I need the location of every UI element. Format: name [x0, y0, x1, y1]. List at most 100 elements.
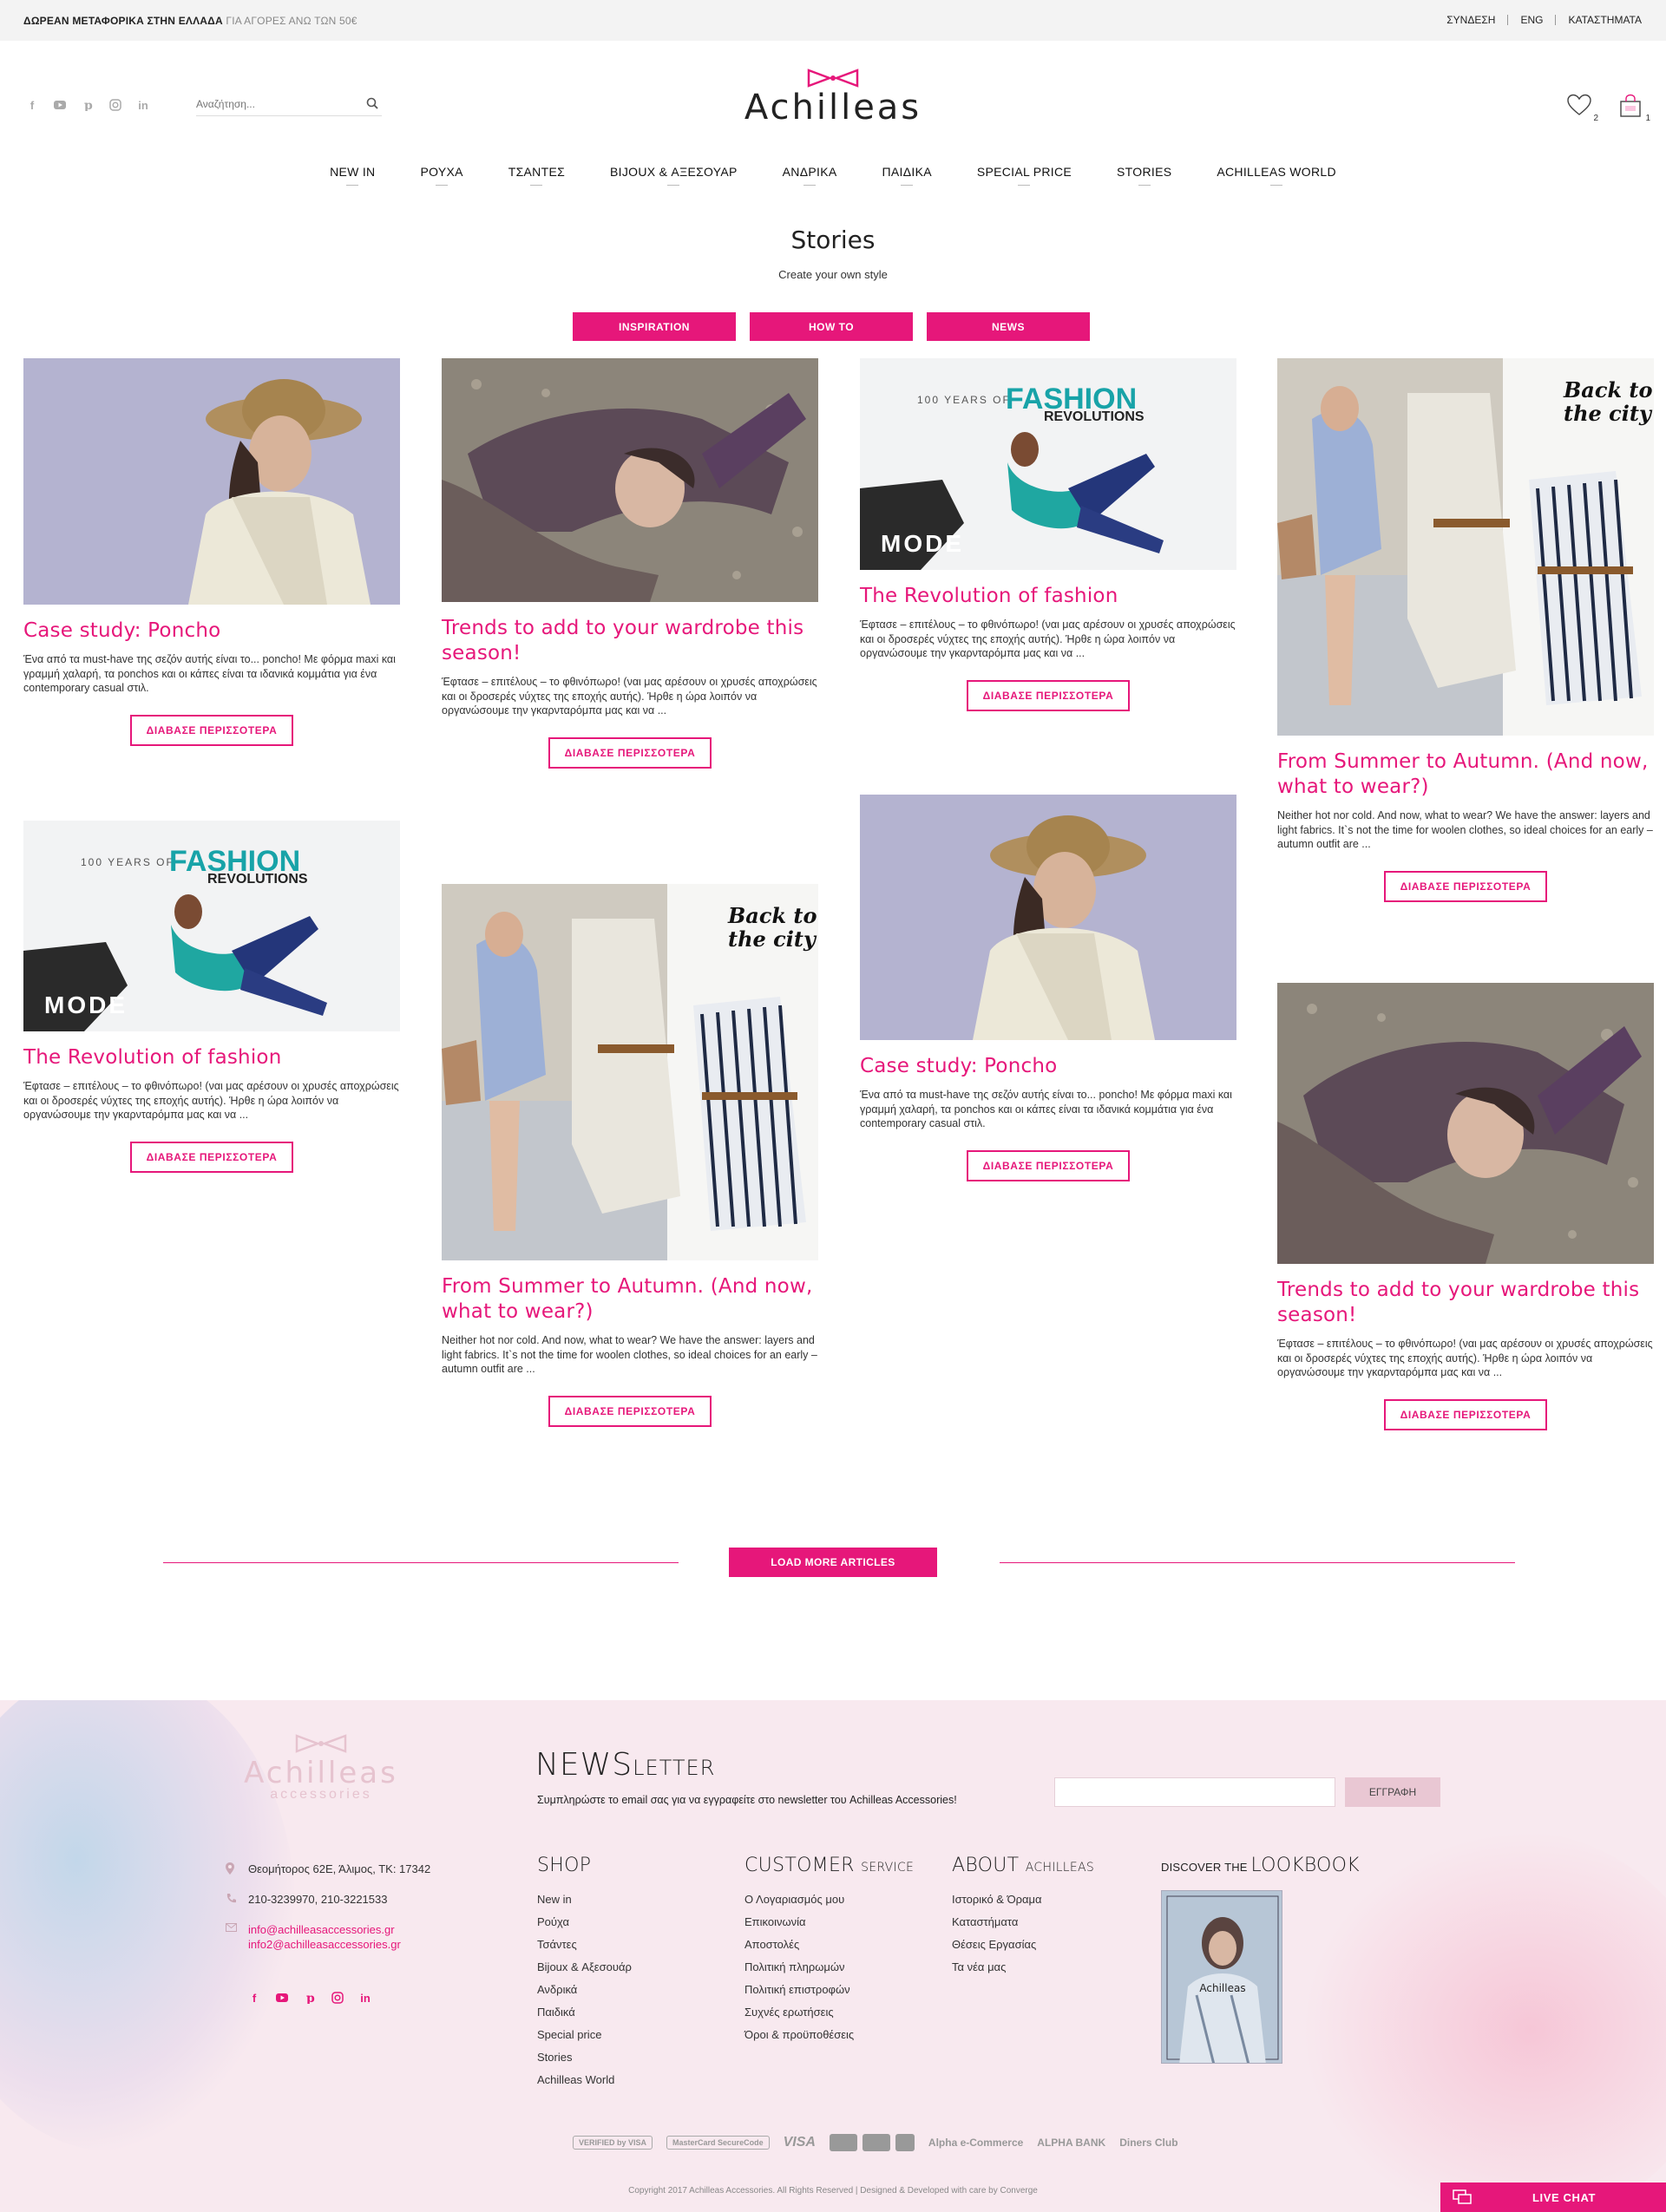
nav-bijoux[interactable]: BIJOUX & ΑΞΕΣΟΥΑΡ — [610, 165, 738, 186]
footer-link[interactable]: Special price — [537, 2024, 632, 2046]
article-title[interactable]: The Revolution of fashion — [860, 584, 1236, 609]
image-caption: the city — [1564, 401, 1653, 426]
article-title[interactable]: Case study: Poncho — [23, 618, 400, 644]
cart-button[interactable]: 1 — [1619, 94, 1650, 123]
nav-bags[interactable]: ΤΣΑΝΤΕΣ — [508, 165, 565, 186]
article-image-summer-autumn[interactable]: Back to the city — [442, 884, 818, 1260]
copyright: Copyright 2017 Achilleas Accessories. Al… — [628, 2186, 1038, 2196]
article-image-trends[interactable] — [442, 358, 818, 602]
article-image-trends[interactable] — [1277, 983, 1654, 1264]
divider-right — [1000, 1562, 1515, 1563]
article-excerpt: Έφτασε – επιτέλους – το φθινόπωρο! (ναι … — [860, 618, 1236, 659]
divider-left — [163, 1562, 679, 1563]
pinterest-icon[interactable]: p — [80, 97, 95, 113]
email-link[interactable]: info@achilleasaccessories.gr — [248, 1922, 430, 1937]
footer-link[interactable]: Ανδρικά — [537, 1979, 632, 2001]
footer-logo[interactable]: Achilleas accessories — [234, 1733, 408, 1802]
nav-kids[interactable]: ΠΑΙΔΙΚΑ — [882, 165, 932, 186]
mastercard-securecode-logo: MasterCard SecureCode — [666, 2136, 770, 2150]
footer-link[interactable]: Συχνές ερωτήσεις — [744, 2001, 914, 2024]
linkedin-icon[interactable]: in — [135, 97, 151, 113]
wishlist-button[interactable]: 2 — [1567, 94, 1598, 123]
footer-link[interactable]: New in — [537, 1888, 632, 1911]
login-link[interactable]: ΣΥΝΔΕΣΗ — [1434, 15, 1507, 25]
footer-link[interactable]: Καταστήματα — [952, 1911, 1094, 1934]
stores-link[interactable]: ΚΑΤΑΣΤΗΜΑΤΑ — [1555, 15, 1654, 25]
facebook-icon[interactable]: f — [246, 1990, 262, 2006]
filter-inspiration[interactable]: INSPIRATION — [573, 312, 736, 341]
read-more-button[interactable]: ΔΙΑΒΑΣΕ ΠΕΡΙΣΣΟΤΕΡΑ — [967, 1149, 1130, 1181]
language-link[interactable]: ENG — [1507, 15, 1555, 25]
read-more-button[interactable]: ΔΙΑΒΑΣΕ ΠΕΡΙΣΣΟΤΕΡΑ — [548, 736, 712, 769]
article-image-summer-autumn[interactable]: Back to the city — [1277, 358, 1654, 736]
lookbook-cover[interactable]: Achilleas — [1161, 1890, 1282, 2064]
article-image-fashion-revolution[interactable]: 100 YEARS OF FASHION REVOLUTIONS MODE — [860, 358, 1236, 570]
article-title[interactable]: The Revolution of fashion — [23, 1045, 400, 1070]
footer-about-list: Ιστορικό & Όραμα Καταστήματα Θέσεις Εργα… — [952, 1888, 1094, 1979]
article-excerpt: Neither hot nor cold. And now, what to w… — [1277, 809, 1653, 850]
article-title[interactable]: Trends to add to your wardrobe this seas… — [442, 616, 818, 666]
footer-link[interactable]: Παιδικά — [537, 2001, 632, 2024]
nav-clothes[interactable]: ΡΟΥΧΑ — [420, 165, 462, 186]
footer-link[interactable]: Τσάντες — [537, 1934, 632, 1956]
instagram-icon[interactable] — [108, 97, 123, 113]
footer-link[interactable]: Επικοινωνία — [744, 1911, 914, 1934]
nav-achilleas-world[interactable]: ACHILLEAS WORLD — [1217, 165, 1336, 186]
article-title[interactable]: From Summer to Autumn. (And now, what to… — [1277, 749, 1654, 800]
youtube-icon[interactable] — [52, 97, 68, 113]
pinterest-icon[interactable]: p — [302, 1990, 318, 2006]
address-text: Θεομήτορος 62Ε, Άλιμος, ΤΚ: 17342 — [248, 1862, 431, 1875]
load-more-button[interactable]: LOAD MORE ARTICLES — [729, 1548, 937, 1577]
footer-link[interactable]: Ιστορικό & Όραμα — [952, 1888, 1094, 1911]
nav-stories[interactable]: STORIES — [1117, 165, 1171, 186]
heart-icon — [1567, 94, 1591, 115]
footer-link[interactable]: Όροι & προϋποθέσεις — [744, 2024, 914, 2046]
newsletter-title-small: LETTER — [633, 1756, 716, 1780]
live-chat-button[interactable]: LIVE CHAT — [1440, 2183, 1666, 2212]
nav-men[interactable]: ΑΝΔΡΙΚΑ — [783, 165, 837, 186]
newsletter-title-big: NEWS — [535, 1747, 633, 1783]
footer-link[interactable]: Θέσεις Εργασίας — [952, 1934, 1094, 1956]
article-image-poncho[interactable] — [860, 795, 1236, 1040]
linkedin-icon[interactable]: in — [357, 1990, 373, 2006]
footer-link[interactable]: Αποστολές — [744, 1934, 914, 1956]
image-caption: Back to — [1563, 377, 1653, 402]
footer-link[interactable]: Bijoux & Αξεσουάρ — [537, 1956, 632, 1979]
read-more-button[interactable]: ΔΙΑΒΑΣΕ ΠΕΡΙΣΣΟΤΕΡΑ — [130, 1141, 293, 1173]
image-caption: REVOLUTIONS — [1044, 409, 1145, 424]
search-input[interactable] — [196, 94, 352, 115]
footer-link[interactable]: Stories — [537, 2046, 632, 2069]
location-pin-icon — [226, 1862, 234, 1875]
site-logo[interactable]: Achilleas — [742, 68, 924, 134]
youtube-icon[interactable] — [274, 1990, 290, 2006]
filter-how-to[interactable]: HOW TO — [750, 312, 913, 341]
verified-by-visa-logo: VERIFIED by VISA — [573, 2136, 653, 2150]
read-more-button[interactable]: ΔΙΑΒΑΣΕ ΠΕΡΙΣΣΟΤΕΡΑ — [130, 714, 293, 746]
footer-link[interactable]: Τα νέα μας — [952, 1956, 1094, 1979]
article-title[interactable]: Trends to add to your wardrobe this seas… — [1277, 1278, 1654, 1328]
read-more-button[interactable]: ΔΙΑΒΑΣΕ ΠΕΡΙΣΣΟΤΕΡΑ — [967, 679, 1130, 711]
image-caption: 100 YEARS OF — [917, 394, 1011, 406]
article-title[interactable]: Case study: Poncho — [860, 1054, 1236, 1079]
newsletter-subscribe-button[interactable]: ΕΓΓΡΑΦΗ — [1345, 1777, 1440, 1807]
article-title[interactable]: From Summer to Autumn. (And now, what to… — [442, 1274, 818, 1325]
email-link[interactable]: info2@achilleasaccessories.gr — [248, 1937, 430, 1952]
read-more-button[interactable]: ΔΙΑΒΑΣΕ ΠΕΡΙΣΣΟΤΕΡΑ — [1384, 1398, 1547, 1430]
footer-link[interactable]: Πολιτική επιστροφών — [744, 1979, 914, 2001]
nav-new-in[interactable]: NEW IN — [330, 165, 375, 186]
nav-special-price[interactable]: SPECIAL PRICE — [977, 165, 1072, 186]
footer-link[interactable]: Πολιτική πληρωμών — [744, 1956, 914, 1979]
read-more-button[interactable]: ΔΙΑΒΑΣΕ ΠΕΡΙΣΣΟΤΕΡΑ — [548, 1395, 712, 1427]
article-image-poncho[interactable] — [23, 358, 400, 605]
footer-link[interactable]: Achilleas World — [537, 2069, 632, 2091]
read-more-button[interactable]: ΔΙΑΒΑΣΕ ΠΕΡΙΣΣΟΤΕΡΑ — [1384, 870, 1547, 902]
footer-link[interactable]: Ο Λογαριασμός μου — [744, 1888, 914, 1911]
filter-news[interactable]: NEWS — [927, 312, 1090, 341]
footer-link[interactable]: Ρούχα — [537, 1911, 632, 1934]
search-icon[interactable] — [366, 97, 378, 114]
search-box — [196, 94, 382, 116]
newsletter-email-input[interactable] — [1054, 1777, 1335, 1807]
article-image-fashion-revolution[interactable]: 100 YEARS OF FASHION REVOLUTIONS MODE — [23, 821, 400, 1031]
instagram-icon[interactable] — [330, 1990, 345, 2006]
facebook-icon[interactable]: f — [24, 97, 40, 113]
